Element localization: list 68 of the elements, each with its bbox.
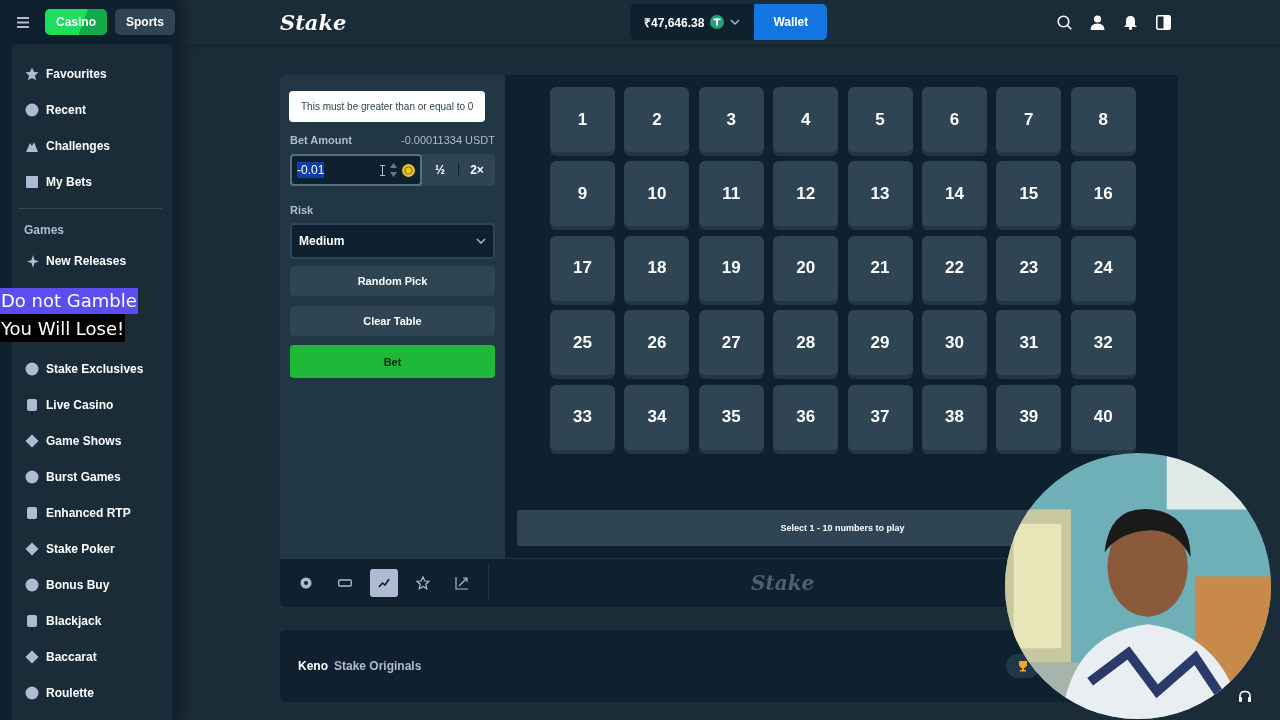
sidebar-item[interactable]: Burst Games — [12, 459, 172, 495]
sidebar-item[interactable]: New Releases — [12, 243, 172, 279]
risk-label: Risk — [290, 203, 315, 218]
number-tile[interactable]: 28 — [773, 310, 839, 376]
star-icon — [25, 67, 39, 81]
number-tile[interactable]: 10 — [624, 161, 690, 227]
game-provider[interactable]: Stake Originals — [334, 659, 422, 673]
sidebar-item[interactable]: My Bets — [12, 164, 172, 200]
sparkle-icon — [25, 254, 39, 268]
text-cursor-icon — [380, 164, 385, 176]
warning-banner: You Will Lose! — [0, 314, 126, 342]
trophy-icon — [1017, 660, 1029, 672]
number-tile[interactable]: 16 — [1070, 161, 1136, 227]
number-tile[interactable]: 31 — [996, 310, 1062, 376]
sidebar-item[interactable]: Bonus Buy — [12, 567, 172, 603]
tooltip: This must be greater than or equal to 0 — [289, 91, 486, 122]
sidebar-item[interactable]: Enhanced RTP — [12, 495, 172, 531]
number-tile[interactable]: 13 — [847, 161, 913, 227]
category-tab[interactable]: Sports — [115, 9, 176, 35]
coin-icon — [710, 15, 725, 29]
bell-icon[interactable] — [1123, 14, 1139, 30]
sidebar-item[interactable]: Stake Exclusives — [12, 351, 172, 387]
balance-selector[interactable]: ₹47,646.38 — [630, 4, 755, 40]
number-tile[interactable]: 25 — [550, 310, 615, 376]
clear-table-button[interactable]: Clear Table — [290, 306, 495, 336]
chevron-down-icon — [476, 238, 486, 244]
sidebar-item[interactable]: Favourites — [12, 56, 172, 92]
sidebar-item[interactable]: Recent — [12, 92, 172, 128]
chart-icon[interactable] — [370, 569, 398, 597]
logo[interactable]: Stake — [280, 9, 630, 35]
number-tile[interactable]: 29 — [847, 310, 913, 376]
number-tile[interactable]: 15 — [996, 161, 1062, 227]
user-icon[interactable] — [1090, 14, 1106, 30]
sidebar-item[interactable]: Baccarat — [12, 639, 172, 675]
bet-amount-label: Bet Amount — [290, 134, 352, 146]
headset-icon[interactable] — [1238, 690, 1252, 704]
double-button[interactable]: 2× — [459, 154, 495, 186]
warning-banner: Do not Gamble — [0, 288, 138, 314]
number-tile[interactable]: 9 — [550, 161, 615, 227]
number-tile[interactable]: 26 — [624, 310, 690, 376]
conversion-text: -0.00011334 USDT — [401, 134, 495, 146]
sidebar-item[interactable]: Challenges — [12, 128, 172, 164]
stepper-icon[interactable] — [390, 162, 397, 178]
bet-amount-field[interactable]: -0.01 — [290, 154, 422, 186]
wallet-button[interactable]: Wallet — [754, 4, 828, 40]
sidebar-item[interactable]: Roulette — [12, 675, 172, 711]
risk-dropdown[interactable]: Medium — [290, 223, 495, 259]
menu-icon[interactable] — [17, 16, 29, 28]
chevron-down-icon — [730, 19, 741, 25]
number-tile[interactable]: 14 — [921, 161, 987, 227]
coin-icon — [402, 163, 415, 177]
watermark-logo: Stake — [751, 571, 815, 595]
number-tile[interactable]: 12 — [773, 161, 839, 227]
game-title: Keno — [298, 659, 328, 673]
random-pick-button[interactable]: Random Pick — [290, 266, 495, 296]
number-tile[interactable]: 32 — [1070, 310, 1136, 376]
sidebar-item[interactable]: Game Shows — [12, 423, 172, 459]
sidebar-toggle-icon[interactable] — [1156, 14, 1172, 30]
section-title: Games — [23, 222, 66, 239]
sidebar-item[interactable]: Stake Poker — [12, 531, 172, 567]
bet-button[interactable]: Bet — [290, 345, 495, 378]
half-button[interactable]: ½ — [422, 154, 458, 186]
sidebar-item[interactable]: Live Casino — [12, 387, 172, 423]
search-icon[interactable] — [1057, 14, 1073, 30]
sidebar-item[interactable]: Blackjack — [12, 603, 172, 639]
number-tile[interactable]: 30 — [921, 310, 987, 376]
number-tile[interactable]: 27 — [698, 310, 764, 376]
number-tile[interactable]: 11 — [698, 161, 764, 227]
